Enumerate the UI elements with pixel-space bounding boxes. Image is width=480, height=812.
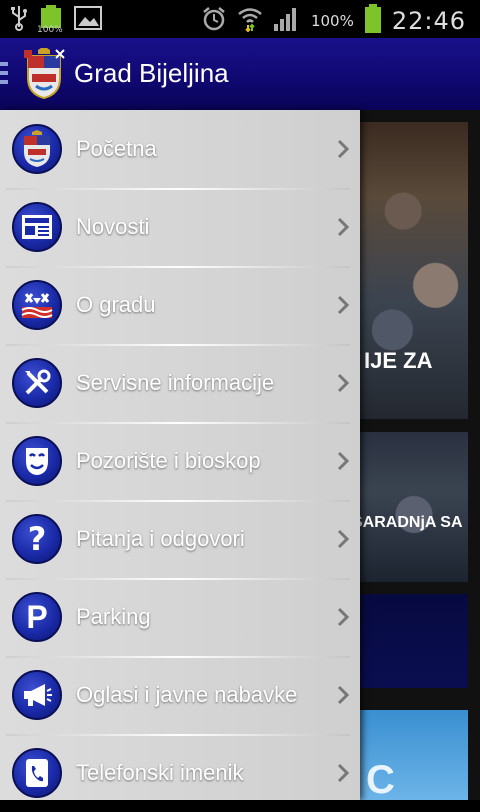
chevron-right-icon xyxy=(337,373,350,393)
image-icon xyxy=(74,6,102,34)
action-bar: Grad Bijeljina xyxy=(0,38,480,110)
chevron-right-icon xyxy=(337,607,350,627)
megaphone-icon xyxy=(12,670,62,720)
news-card-caption: SARADNjA SA xyxy=(360,514,463,531)
status-bar: 100% 100% 22:46 xyxy=(0,0,480,38)
drawer-toggle-icon[interactable] xyxy=(0,62,8,89)
menu-item-oglasi-i-javne-nabavke[interactable]: Oglasi i javne nabavke xyxy=(0,656,360,734)
menu-item-pitanja-i-odgovori[interactable]: ? Pitanja i odgovori xyxy=(0,500,360,578)
menu-item-o-gradu[interactable]: O gradu xyxy=(0,266,360,344)
news-card[interactable]: SARADNjA SA xyxy=(360,432,468,582)
menu-item-novosti[interactable]: Novosti xyxy=(0,188,360,266)
news-card-caption: C xyxy=(366,758,395,800)
battery-small-label: 100% xyxy=(37,25,63,35)
menu-item-label: Pitanja i odgovori xyxy=(76,526,245,551)
coat-of-arms-icon[interactable] xyxy=(22,46,66,100)
chevron-right-icon xyxy=(337,685,350,705)
menu-item-label: Parking xyxy=(76,604,151,629)
menu-item-parking[interactable]: P Parking xyxy=(0,578,360,656)
question-icon: ? xyxy=(12,514,62,564)
menu-item-label: O gradu xyxy=(76,292,156,317)
news-card[interactable]: C xyxy=(360,710,468,800)
signal-icon xyxy=(273,6,301,36)
menu-item-pocetna[interactable]: Početna xyxy=(0,110,360,188)
newspaper-icon xyxy=(12,202,62,252)
clock: 22:46 xyxy=(391,7,466,35)
battery-icon xyxy=(364,4,382,38)
menu-item-label: Telefonski imenik xyxy=(76,760,244,785)
menu-item-pozoriste-i-bioskop[interactable]: Pozorište i bioskop xyxy=(0,422,360,500)
chevron-right-icon xyxy=(337,451,350,471)
coat-of-arms-icon xyxy=(12,124,62,174)
city-emblem-icon xyxy=(12,280,62,330)
chevron-right-icon xyxy=(337,217,350,237)
menu-item-servisne-informacije[interactable]: Servisne informacije xyxy=(0,344,360,422)
phone-book-icon xyxy=(12,748,62,798)
menu-item-label: Servisne informacije xyxy=(76,370,275,395)
chevron-right-icon xyxy=(337,295,350,315)
chevron-right-icon xyxy=(337,139,350,159)
news-card-caption: IJE ZA xyxy=(364,348,433,373)
theater-masks-icon xyxy=(12,436,62,486)
menu-item-label: Pozorište i bioskop xyxy=(76,448,261,473)
menu-item-telefonski-imenik[interactable]: Telefonski imenik xyxy=(0,734,360,812)
app-title: Grad Bijeljina xyxy=(74,58,229,88)
menu-item-label: Novosti xyxy=(76,214,150,239)
chevron-right-icon xyxy=(337,529,350,549)
chevron-right-icon xyxy=(337,763,350,783)
tools-icon xyxy=(12,358,62,408)
battery-small-icon: 100% xyxy=(37,5,64,35)
news-card[interactable] xyxy=(360,594,468,688)
wifi-icon xyxy=(237,6,263,36)
battery-percent: 100% xyxy=(310,12,354,30)
news-card[interactable]: IJE ZA xyxy=(360,122,468,419)
menu-item-label: Početna xyxy=(76,136,157,161)
alarm-icon xyxy=(201,6,227,36)
usb-icon xyxy=(10,5,28,35)
parking-icon: P xyxy=(12,592,62,642)
navigation-drawer: Početna Novosti O gradu Servisne informa… xyxy=(0,110,360,800)
menu-item-label: Oglasi i javne nabavke xyxy=(76,682,298,707)
